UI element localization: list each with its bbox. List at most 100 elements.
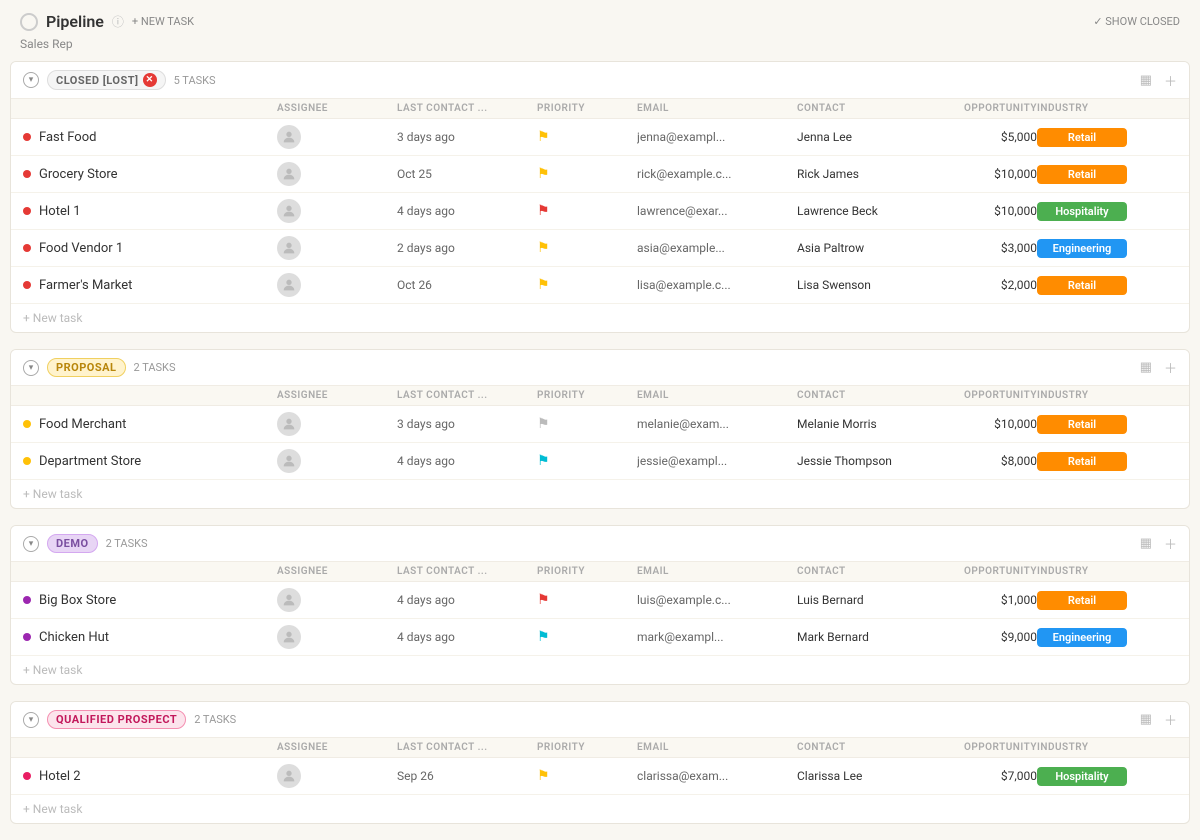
task-count: 2 TASKS bbox=[194, 713, 236, 726]
section-qualified-prospect: ▾ QUALIFIED PROSPECT 2 TASKS ▦ ＋ ASSIGNE… bbox=[10, 701, 1190, 824]
industry-badge-cell: Retail bbox=[1037, 452, 1177, 471]
section-tag: PROPOSAL bbox=[47, 358, 126, 377]
new-task-row[interactable]: + New task bbox=[11, 656, 1189, 684]
table-row: Department Store 4 days ago ⚑ jessie@exa… bbox=[11, 443, 1189, 480]
header: Pipeline ⓘ + NEW TASK ✓ SHOW CLOSED Sale… bbox=[0, 0, 1200, 61]
last-contact: Oct 25 bbox=[397, 167, 537, 181]
collapse-button[interactable]: ▾ bbox=[23, 72, 39, 88]
industry-badge-cell: Engineering bbox=[1037, 628, 1177, 647]
industry-badge-cell: Engineering bbox=[1037, 239, 1177, 258]
col-header-2: PRIORITY bbox=[537, 103, 637, 114]
last-contact: Sep 26 bbox=[397, 769, 537, 783]
email: lawrence@exar... bbox=[637, 204, 792, 218]
section-header-proposal: ▾ PROPOSAL 2 TASKS ▦ ＋ bbox=[11, 350, 1189, 386]
row-name-cell: Grocery Store bbox=[23, 167, 277, 182]
col-header-5: OPPORTUNITY bbox=[917, 103, 1037, 114]
row-name-text[interactable]: Department Store bbox=[39, 454, 141, 469]
priority-flag[interactable]: ⚑ bbox=[537, 277, 637, 293]
row-name-cell: Food Vendor 1 bbox=[23, 241, 277, 256]
email: jenna@exampl... bbox=[637, 130, 792, 144]
row-name-text[interactable]: Hotel 1 bbox=[39, 204, 81, 219]
collapse-button[interactable]: ▾ bbox=[23, 712, 39, 728]
table-row: Chicken Hut 4 days ago ⚑ mark@exampl... … bbox=[11, 619, 1189, 656]
col-header-1: LAST CONTACT ... bbox=[397, 566, 537, 577]
col-name bbox=[23, 742, 277, 753]
grid-icon[interactable]: ▦ bbox=[1140, 360, 1152, 375]
row-name-cell: Department Store bbox=[23, 454, 277, 469]
section-header-qualified-prospect: ▾ QUALIFIED PROSPECT 2 TASKS ▦ ＋ bbox=[11, 702, 1189, 738]
priority-flag[interactable]: ⚑ bbox=[537, 203, 637, 219]
collapse-button[interactable]: ▾ bbox=[23, 360, 39, 376]
priority-flag[interactable]: ⚑ bbox=[537, 629, 637, 645]
col-header-5: OPPORTUNITY bbox=[917, 566, 1037, 577]
new-task-button[interactable]: + NEW TASK bbox=[132, 15, 194, 28]
industry-badge-cell: Hospitality bbox=[1037, 767, 1177, 786]
industry-badge: Retail bbox=[1037, 452, 1127, 471]
email: melanie@exam... bbox=[637, 417, 792, 431]
priority-flag[interactable]: ⚑ bbox=[537, 416, 637, 432]
priority-flag[interactable]: ⚑ bbox=[537, 166, 637, 182]
email: clarissa@exam... bbox=[637, 769, 792, 783]
section-header-demo: ▾ DEMO 2 TASKS ▦ ＋ bbox=[11, 526, 1189, 562]
email: lisa@example.c... bbox=[637, 278, 792, 292]
industry-badge-cell: Retail bbox=[1037, 591, 1177, 610]
grid-icon[interactable]: ▦ bbox=[1140, 712, 1152, 727]
info-icon[interactable]: ⓘ bbox=[112, 13, 124, 30]
col-header-4: CONTACT bbox=[797, 103, 917, 114]
col-header-0: ASSIGNEE bbox=[277, 390, 397, 401]
row-name-text[interactable]: Farmer's Market bbox=[39, 278, 132, 293]
priority-flag[interactable]: ⚑ bbox=[537, 768, 637, 784]
section-demo: ▾ DEMO 2 TASKS ▦ ＋ ASSIGNEELAST CONTACT … bbox=[10, 525, 1190, 685]
pipeline-icon bbox=[20, 13, 38, 31]
email: jessie@exampl... bbox=[637, 454, 792, 468]
col-header-4: CONTACT bbox=[797, 742, 917, 753]
status-dot bbox=[23, 170, 31, 178]
add-row-icon[interactable]: ＋ bbox=[1164, 534, 1177, 553]
col-name bbox=[23, 103, 277, 114]
row-name-text[interactable]: Grocery Store bbox=[39, 167, 118, 182]
col-header-2: PRIORITY bbox=[537, 566, 637, 577]
grid-icon[interactable]: ▦ bbox=[1140, 536, 1152, 551]
priority-flag[interactable]: ⚑ bbox=[537, 592, 637, 608]
collapse-button[interactable]: ▾ bbox=[23, 536, 39, 552]
row-name-cell: Food Merchant bbox=[23, 417, 277, 432]
assignee-avatar bbox=[277, 625, 301, 649]
contact-name: Lisa Swenson bbox=[797, 278, 917, 292]
col-header-3: EMAIL bbox=[637, 390, 797, 401]
priority-flag[interactable]: ⚑ bbox=[537, 129, 637, 145]
add-row-icon[interactable]: ＋ bbox=[1164, 710, 1177, 729]
row-name-text[interactable]: Fast Food bbox=[39, 130, 96, 145]
add-row-icon[interactable]: ＋ bbox=[1164, 71, 1177, 90]
priority-flag[interactable]: ⚑ bbox=[537, 453, 637, 469]
status-dot bbox=[23, 244, 31, 252]
column-headers: ASSIGNEELAST CONTACT ...PRIORITYEMAILCON… bbox=[11, 562, 1189, 582]
priority-flag[interactable]: ⚑ bbox=[537, 240, 637, 256]
opportunity: $7,000 bbox=[917, 769, 1037, 783]
industry-badge: Retail bbox=[1037, 415, 1127, 434]
col-header-6: INDUSTRY bbox=[1037, 103, 1177, 114]
row-name-cell: Big Box Store bbox=[23, 593, 277, 608]
row-name-text[interactable]: Chicken Hut bbox=[39, 630, 109, 645]
warning-icon: ✕ bbox=[143, 73, 157, 87]
industry-badge: Engineering bbox=[1037, 628, 1127, 647]
row-name-text[interactable]: Food Vendor 1 bbox=[39, 241, 123, 256]
grid-icon[interactable]: ▦ bbox=[1140, 73, 1152, 88]
new-task-row[interactable]: + New task bbox=[11, 795, 1189, 823]
industry-badge: Retail bbox=[1037, 165, 1127, 184]
col-header-3: EMAIL bbox=[637, 742, 797, 753]
row-name-text[interactable]: Food Merchant bbox=[39, 417, 126, 432]
assignee-avatar bbox=[277, 764, 301, 788]
show-closed-button[interactable]: ✓ SHOW CLOSED bbox=[1093, 15, 1180, 28]
new-task-row[interactable]: + New task bbox=[11, 304, 1189, 332]
column-headers: ASSIGNEELAST CONTACT ...PRIORITYEMAILCON… bbox=[11, 738, 1189, 758]
add-row-icon[interactable]: ＋ bbox=[1164, 358, 1177, 377]
row-name-text[interactable]: Big Box Store bbox=[39, 593, 116, 608]
status-dot bbox=[23, 633, 31, 641]
col-header-0: ASSIGNEE bbox=[277, 742, 397, 753]
new-task-row[interactable]: + New task bbox=[11, 480, 1189, 508]
table-row: Big Box Store 4 days ago ⚑ luis@example.… bbox=[11, 582, 1189, 619]
last-contact: 3 days ago bbox=[397, 417, 537, 431]
contact-name: Jessie Thompson bbox=[797, 454, 917, 468]
row-name-text[interactable]: Hotel 2 bbox=[39, 769, 81, 784]
status-dot bbox=[23, 420, 31, 428]
